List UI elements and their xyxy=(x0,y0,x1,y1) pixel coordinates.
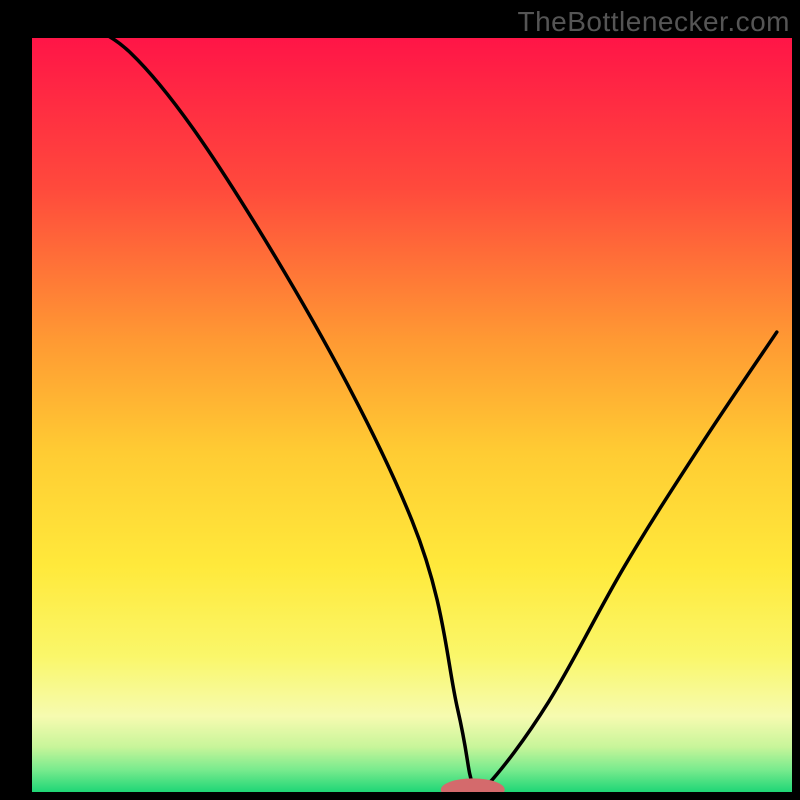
watermark-text: TheBottleneсker.com xyxy=(517,6,790,38)
chart-container: TheBottleneсker.com xyxy=(0,0,800,800)
optimal-marker xyxy=(441,778,505,800)
bottleneck-chart xyxy=(0,0,800,800)
gradient-background xyxy=(32,38,792,792)
